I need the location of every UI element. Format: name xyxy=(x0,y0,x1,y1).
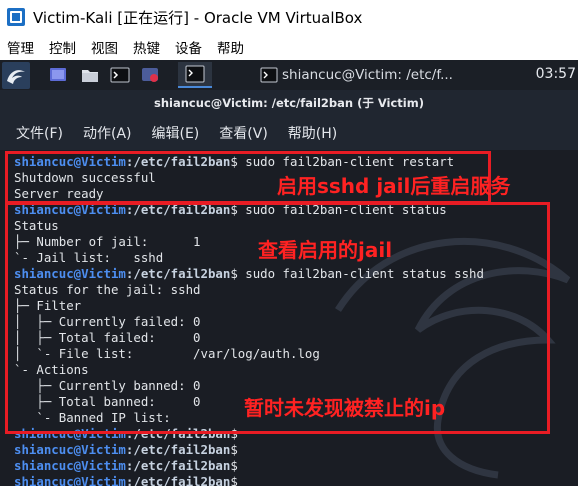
terminal-menu-edit[interactable]: 编辑(E) xyxy=(152,123,200,143)
browser-icon[interactable] xyxy=(140,65,160,85)
menu-manage[interactable]: 管理 xyxy=(7,37,34,57)
window-titlebar: Victim-Kali [正在运行] - Oracle VM VirtualBo… xyxy=(0,0,578,34)
panel-clock[interactable]: 03:57 xyxy=(536,66,576,82)
show-desktop-icon[interactable] xyxy=(48,65,68,85)
prompt-path: :/etc/fail2ban xyxy=(125,458,231,473)
terminal-prompt-line: shiancuc@Victim:/etc/fail2ban$ xyxy=(14,474,484,486)
prompt-command: $ xyxy=(230,442,238,457)
terminal-launcher-icon[interactable] xyxy=(110,65,130,85)
kali-dragon-icon xyxy=(7,70,25,84)
workspace-switcher[interactable] xyxy=(178,62,212,88)
menu-hotkeys[interactable]: 热键 xyxy=(133,37,160,57)
terminal-menu-help[interactable]: 帮助(H) xyxy=(288,123,337,143)
taskbar-terminal-task[interactable]: shiancuc@Victim: /etc/f... xyxy=(250,62,490,88)
menu-help[interactable]: 帮助 xyxy=(217,37,244,57)
terminal-titlebar: shiancuc@Victim: /etc/fail2ban (于 Victim… xyxy=(0,90,578,116)
terminal-title: shiancuc@Victim: /etc/fail2ban (于 Victim… xyxy=(154,96,424,110)
prompt-path: :/etc/fail2ban xyxy=(125,474,231,486)
terminal-prompt-line: shiancuc@Victim:/etc/fail2ban$ xyxy=(14,442,484,458)
terminal-menu-file[interactable]: 文件(F) xyxy=(16,123,63,143)
kali-menu-button[interactable] xyxy=(2,62,30,89)
prompt-user: shiancuc@Victim xyxy=(14,474,126,486)
prompt-command: $ xyxy=(230,458,238,473)
window-title: Victim-Kali [正在运行] - Oracle VM VirtualBo… xyxy=(33,9,363,27)
terminal-prompt-line: shiancuc@Victim:/etc/fail2ban$ xyxy=(14,458,484,474)
annotation-label-restart: 启用sshd jail后重启服务 xyxy=(277,174,511,198)
menu-view[interactable]: 视图 xyxy=(91,37,118,57)
taskbar-task-label: shiancuc@Victim: /etc/f... xyxy=(282,67,453,83)
prompt-path: :/etc/fail2ban xyxy=(125,442,231,457)
annotation-label-banned: 暂时未发现被禁止的ip xyxy=(244,396,446,420)
terminal-menu-actions[interactable]: 动作(A) xyxy=(83,123,132,143)
terminal-menu-view[interactable]: 查看(V) xyxy=(219,123,268,143)
virtualbox-app-icon xyxy=(7,8,25,26)
prompt-user: shiancuc@Victim xyxy=(14,442,126,457)
terminal-task-icon xyxy=(260,67,278,83)
menu-control[interactable]: 控制 xyxy=(49,37,76,57)
file-manager-icon[interactable] xyxy=(80,65,100,85)
annotation-label-status: 查看启用的jail xyxy=(258,238,393,262)
prompt-user: shiancuc@Victim xyxy=(14,458,126,473)
prompt-command: $ xyxy=(230,474,238,486)
terminal-menubar: 文件(F) 动作(A) 编辑(E) 查看(V) 帮助(H) xyxy=(0,116,578,150)
host-menubar: 管理 控制 视图 热键 设备 帮助 xyxy=(0,34,578,60)
terminal-workspace-icon xyxy=(185,65,205,83)
menu-devices[interactable]: 设备 xyxy=(175,37,202,57)
